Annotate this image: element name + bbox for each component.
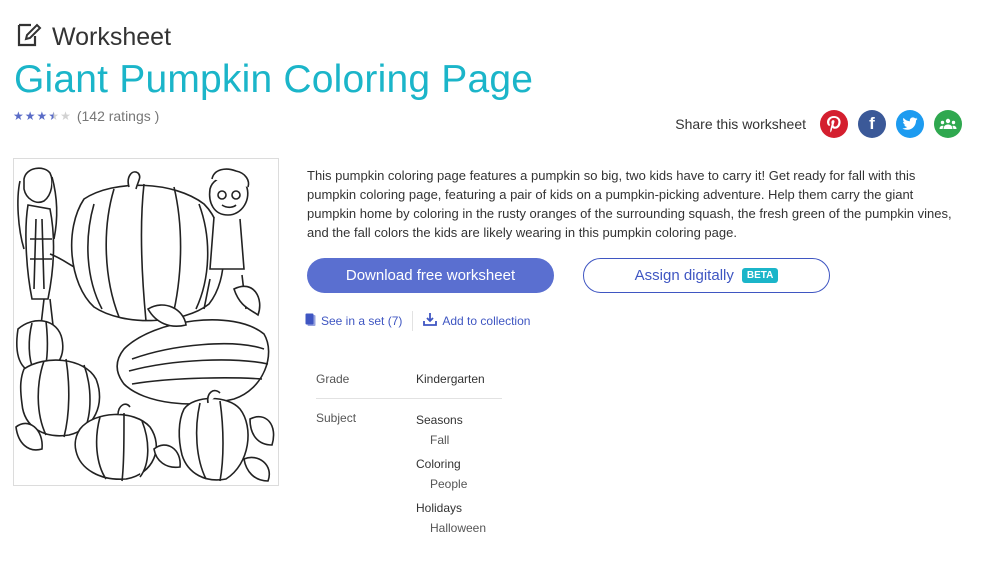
document-icon xyxy=(305,313,316,329)
subject-item[interactable]: Seasons xyxy=(416,411,502,429)
grade-row: Grade Kindergarten xyxy=(316,360,502,399)
see-in-set-link[interactable]: See in a set (7) xyxy=(305,313,402,329)
divider xyxy=(412,311,414,331)
resource-type-row: Worksheet xyxy=(16,20,171,54)
assign-digitally-button[interactable]: Assign digitally BETA xyxy=(583,258,830,293)
twitter-icon[interactable] xyxy=(896,110,924,138)
subject-subitem[interactable]: People xyxy=(416,473,502,495)
worksheet-preview-image[interactable] xyxy=(13,158,279,486)
half-star-icon: ★ xyxy=(48,109,60,123)
worksheet-metadata: Grade Kindergarten Subject Seasons Fall … xyxy=(316,360,502,541)
download-tray-icon xyxy=(423,313,438,329)
add-to-collection-link[interactable]: Add to collection xyxy=(423,313,530,329)
subject-item[interactable]: Holidays xyxy=(416,499,502,517)
beta-badge: BETA xyxy=(741,268,779,283)
star-icon: ★ xyxy=(36,109,48,123)
grade-value[interactable]: Kindergarten xyxy=(416,372,502,386)
subject-item[interactable]: Coloring xyxy=(416,455,502,473)
rating[interactable]: ★ ★ ★ ★ ★ (142 ratings ) xyxy=(13,108,159,124)
share-bar: Share this worksheet f xyxy=(675,110,962,138)
subject-list: Seasons Fall Coloring People Holidays Ha… xyxy=(416,407,502,541)
google-classroom-icon[interactable] xyxy=(934,110,962,138)
see-in-set-label: See in a set (7) xyxy=(321,314,403,328)
worksheet-icon xyxy=(16,22,42,53)
download-worksheet-button[interactable]: Download free worksheet xyxy=(307,258,554,293)
subject-row: Subject Seasons Fall Coloring People Hol… xyxy=(316,399,502,541)
secondary-actions: See in a set (7) Add to collection xyxy=(305,311,530,331)
subject-subitem[interactable]: Fall xyxy=(416,429,502,451)
share-label: Share this worksheet xyxy=(675,116,806,132)
rating-stars: ★ ★ ★ ★ ★ xyxy=(13,109,71,123)
subject-subitem[interactable]: Halloween xyxy=(416,517,502,539)
star-icon: ★ xyxy=(24,109,36,123)
pumpkin-coloring-illustration xyxy=(15,167,275,482)
subject-key: Subject xyxy=(316,411,357,425)
assign-digitally-label: Assign digitally xyxy=(634,267,734,284)
rating-count: (142 ratings ) xyxy=(76,108,160,124)
add-to-collection-label: Add to collection xyxy=(442,314,531,328)
page-title: Giant Pumpkin Coloring Page xyxy=(14,58,534,101)
worksheet-description: This pumpkin coloring page features a pu… xyxy=(307,168,952,240)
star-icon: ★ xyxy=(13,109,24,123)
star-icon: ★ xyxy=(60,109,71,123)
facebook-icon[interactable]: f xyxy=(858,110,886,138)
resource-type-label: Worksheet xyxy=(52,22,172,51)
grade-key: Grade xyxy=(316,372,350,386)
pinterest-icon[interactable] xyxy=(820,110,848,138)
